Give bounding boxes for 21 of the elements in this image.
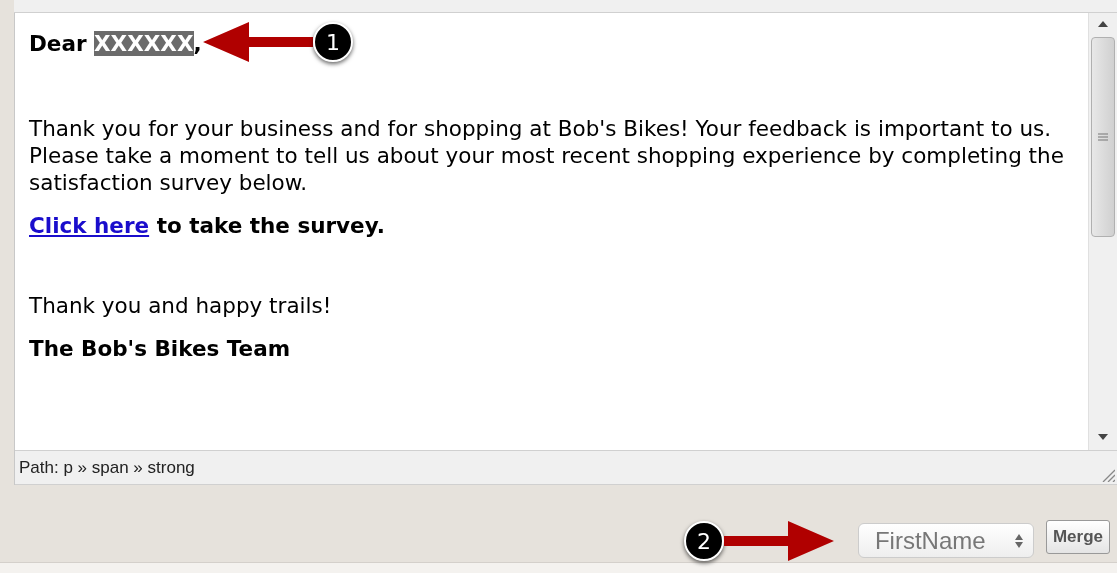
scrollbar-thumb[interactable] (1091, 37, 1115, 237)
comma: , (193, 31, 202, 56)
grip-icon (1098, 132, 1108, 142)
scrollbar[interactable] (1088, 13, 1117, 450)
paragraph: Thank you for your business and for shopping at Bob's Bikes! Your feedback is important to us. Please take a moment to tell us about your most recent shopping experience by completing the satisfaction survey below. (29, 115, 1065, 196)
survey-text: to take the survey. (156, 213, 385, 238)
greeting-text: Dear (29, 31, 87, 56)
scroll-up-icon[interactable] (1098, 21, 1108, 27)
merge-tag-field[interactable]: XXXXXX (94, 31, 194, 56)
left-arrow-icon (203, 22, 313, 62)
callout-badge: 2 (684, 521, 724, 561)
survey-link[interactable]: Click here (29, 213, 150, 238)
merge-field-select[interactable]: FirstName (857, 523, 1034, 558)
scroll-down-icon[interactable] (1098, 434, 1108, 440)
signature: The Bob's Bikes Team (29, 335, 292, 362)
merge-button[interactable]: Merge (1045, 520, 1110, 554)
element-path: Path: p » span » strong (19, 456, 195, 479)
updown-caret-icon (1014, 533, 1023, 548)
paragraph: Thank you and happy trails! (29, 292, 333, 319)
resize-grip-icon[interactable] (1101, 468, 1115, 482)
right-arrow-icon (724, 521, 834, 561)
